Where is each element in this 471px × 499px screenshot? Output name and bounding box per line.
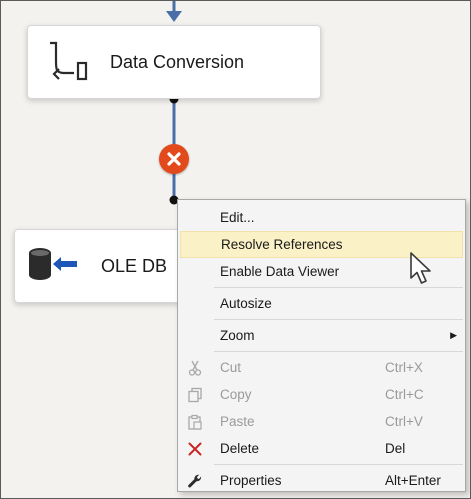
menu-item-cut[interactable]: Cut Ctrl+X bbox=[178, 354, 465, 381]
menu-item-paste[interactable]: Paste Ctrl+V bbox=[178, 408, 465, 435]
task-label: OLE DB bbox=[101, 255, 168, 276]
menu-item-label: Paste bbox=[220, 414, 255, 429]
menu-item-label: Enable Data Viewer bbox=[220, 264, 340, 279]
data-conversion-icon bbox=[44, 37, 92, 88]
menu-item-label: Properties bbox=[220, 473, 282, 488]
delete-x-icon bbox=[186, 440, 204, 458]
path-error-badge[interactable] bbox=[159, 144, 189, 174]
incoming-path-arrowhead bbox=[166, 11, 182, 22]
menu-item-zoom[interactable]: Zoom ▶ bbox=[178, 322, 465, 349]
wrench-icon bbox=[186, 472, 204, 490]
menu-item-shortcut: Ctrl+V bbox=[385, 414, 423, 429]
menu-item-shortcut: Del bbox=[385, 441, 406, 456]
mouse-pointer-icon bbox=[410, 252, 431, 284]
menu-item-label: Edit... bbox=[220, 210, 255, 225]
error-x-icon bbox=[167, 152, 181, 166]
menu-item-label: Autosize bbox=[220, 296, 272, 311]
menu-item-properties[interactable]: Properties Alt+Enter bbox=[178, 467, 465, 494]
menu-item-label: Delete bbox=[220, 441, 260, 456]
ole-db-source-icon bbox=[27, 246, 79, 287]
paste-icon bbox=[186, 413, 204, 431]
menu-item-delete[interactable]: Delete Del bbox=[178, 435, 465, 462]
menu-separator bbox=[214, 351, 463, 352]
menu-item-label: Cut bbox=[220, 360, 242, 375]
menu-item-label: Resolve References bbox=[221, 237, 343, 252]
menu-separator bbox=[214, 464, 463, 465]
menu-item-shortcut: Ctrl+C bbox=[385, 387, 424, 402]
task-label: Data Conversion bbox=[110, 51, 245, 72]
menu-item-label: Zoom bbox=[220, 328, 255, 343]
menu-item-label: Copy bbox=[220, 387, 252, 402]
scissors-icon bbox=[186, 359, 204, 377]
menu-item-autosize[interactable]: Autosize bbox=[178, 290, 465, 317]
menu-item-copy[interactable]: Copy Ctrl+C bbox=[178, 381, 465, 408]
data-flow-canvas[interactable]: Data Conversion OLE DB Edit... Resolve R… bbox=[0, 0, 471, 499]
data-conversion-task[interactable]: Data Conversion bbox=[27, 25, 321, 99]
copy-icon bbox=[186, 386, 204, 404]
context-menu: Edit... Resolve References Enable Data V… bbox=[177, 199, 466, 492]
menu-separator bbox=[214, 287, 463, 288]
menu-item-shortcut: Ctrl+X bbox=[385, 360, 423, 375]
menu-item-shortcut: Alt+Enter bbox=[385, 473, 441, 488]
menu-separator bbox=[214, 319, 463, 320]
submenu-arrow-icon: ▶ bbox=[450, 330, 457, 340]
ole-db-task[interactable]: OLE DB bbox=[14, 229, 191, 303]
menu-item-edit[interactable]: Edit... bbox=[178, 204, 465, 231]
